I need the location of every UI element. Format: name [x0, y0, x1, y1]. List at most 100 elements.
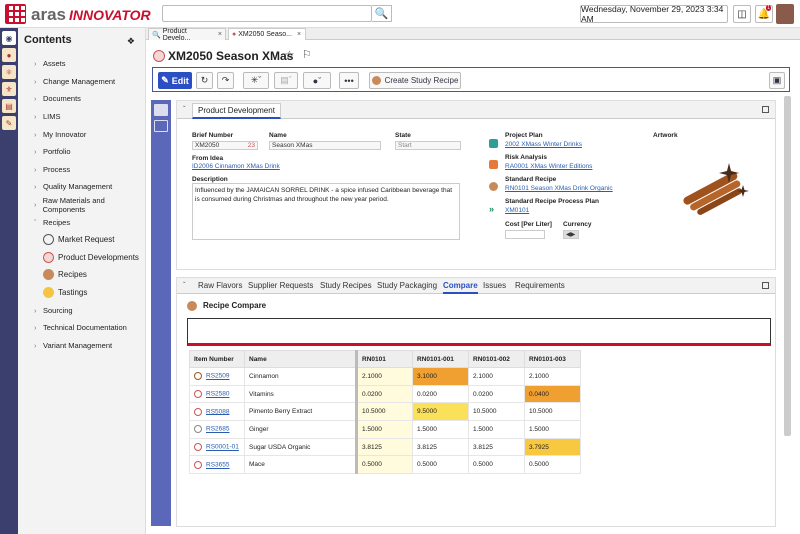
close-icon[interactable]: ×	[218, 31, 222, 38]
chevron-right-icon: ›	[34, 59, 37, 69]
sidebar-item-raw-materials[interactable]: › Raw Materials and Components	[18, 196, 145, 214]
form-header: ˇ Product Development	[177, 101, 775, 119]
sample-nav-icon[interactable]: ⚜	[2, 82, 16, 96]
tab-requirements[interactable]: Requirements	[515, 281, 565, 290]
item-number-link[interactable]: RS0001-01	[206, 444, 239, 451]
item-number-cell: RS2509	[189, 367, 245, 386]
refresh-button[interactable]: ↻	[196, 72, 213, 89]
sidebar-item-variant-management[interactable]: › Variant Management	[18, 337, 145, 355]
currency-select[interactable]: ◀▶	[563, 230, 579, 239]
tab-xm2050[interactable]: ● XM2050 Seaso... ×	[228, 28, 306, 40]
tab-raw-flavors[interactable]: Raw Flavors	[198, 281, 242, 290]
table-row[interactable]: RS2509 Cinnamon 2.1000 3.1000 2.1000 2.1000	[189, 367, 581, 386]
chevron-right-icon: ›	[34, 323, 37, 333]
tab-supplier-requests[interactable]: Supplier Requests	[248, 281, 313, 290]
sidebar-item-market-request[interactable]: Market Request	[18, 231, 145, 249]
table-row[interactable]: RS2580 Vitamins 0.0200 0.0200 0.0200 0.0400	[189, 384, 581, 404]
sidebar-item-change-management[interactable]: › Change Management	[18, 73, 145, 91]
maximize-icon[interactable]	[762, 282, 769, 289]
tab-product-developments[interactable]: 🔍 Product Develo... ×	[148, 28, 226, 42]
close-icon[interactable]: ×	[297, 31, 301, 38]
product-dev-nav-icon[interactable]: ⚛	[2, 65, 16, 79]
cost-field[interactable]	[505, 230, 545, 239]
sidebar-item-portfolio[interactable]: › Portfolio	[18, 143, 145, 161]
vertical-scrollbar[interactable]	[784, 96, 791, 436]
item-number-link[interactable]: RS2580	[206, 391, 230, 398]
item-number-link[interactable]: RS3655	[206, 462, 230, 469]
clipboard-dropdown[interactable]: ▤ˇ	[274, 72, 298, 89]
sidebar-item-sourcing[interactable]: › Sourcing	[18, 301, 145, 319]
sidebar-item-tastings[interactable]: Tastings	[18, 284, 145, 302]
search-input[interactable]	[162, 5, 372, 22]
sidebar-item-my-innovator[interactable]: › My Innovator	[18, 125, 145, 143]
structure-dropdown[interactable]: ✳ˇ	[243, 72, 269, 89]
sidebar-item-assets[interactable]: › Assets	[18, 55, 145, 73]
column-header[interactable]: Item Number	[189, 350, 245, 368]
column-header[interactable]: RN0101-001	[412, 350, 469, 368]
tab-study-recipes[interactable]: Study Recipes	[320, 281, 372, 290]
tab-product-development[interactable]: Product Development	[192, 103, 281, 119]
promote-button[interactable]: ↷	[217, 72, 234, 89]
sidebar-item-label: Variant Management	[43, 340, 113, 350]
maximize-icon[interactable]	[762, 106, 769, 113]
contents-nav-icon[interactable]: ◉	[2, 31, 16, 45]
notification-bell-icon[interactable]: 🔔 1	[755, 5, 773, 23]
sidebar-item-process[interactable]: › Process	[18, 161, 145, 179]
user-avatar[interactable]	[776, 4, 794, 24]
description-textarea[interactable]: Influenced by the JAMAICAN SORREL DRINK …	[192, 183, 460, 240]
column-header[interactable]: RN0101-003	[524, 350, 581, 368]
form-view-icon[interactable]	[154, 104, 168, 116]
brief-number-field[interactable]: XM2050 23	[192, 141, 258, 150]
name-field[interactable]: Season XMas	[269, 141, 381, 150]
table-row[interactable]: RS2685 Ginger 1.5000 1.5000 1.5000 1.5000	[189, 420, 581, 439]
tab-study-packaging[interactable]: Study Packaging	[377, 281, 437, 290]
item-number-link[interactable]: RS5088	[206, 408, 230, 415]
table-row[interactable]: RS0001-01 Sugar USDA Organic 3.8125 3.8125 3…	[189, 437, 581, 457]
collapse-icon[interactable]: ˇ	[183, 105, 186, 114]
sidebar-item-technical-documentation[interactable]: › Technical Documentation	[18, 319, 145, 337]
sidebar-item-label: Raw Materials and Components	[42, 195, 105, 214]
discussion-button[interactable]: ▣	[769, 72, 785, 89]
column-header[interactable]: Name	[244, 350, 357, 368]
favorite-star-icon[interactable]: ☆	[284, 48, 295, 62]
basket-nav-icon[interactable]: ▤	[2, 99, 16, 113]
column-header[interactable]: RN0101-002	[468, 350, 525, 368]
risk-analysis-link[interactable]: RA0001 XMas Winter Editions	[505, 163, 592, 170]
item-number-link[interactable]: RS2509	[206, 373, 230, 380]
create-study-recipe-button[interactable]: Create Study Recipe	[369, 72, 461, 89]
tool-nav-icon[interactable]: ✎	[2, 116, 16, 130]
value-cell: 0.5000	[468, 455, 525, 475]
from-idea-link[interactable]: ID2006 Cinnamon XMas Drink	[192, 163, 280, 170]
cost-label: Cost [Per Liter]	[505, 221, 552, 228]
app-menu-icon[interactable]	[5, 4, 26, 24]
table-row[interactable]: RS3655 Mace 0.5000 0.5000 0.5000 0.5000	[189, 455, 581, 475]
item-number-link[interactable]: RS2685	[206, 426, 230, 433]
standard-recipe-link[interactable]: RN0101 Season XMas Drink Organic	[505, 185, 613, 192]
share-dropdown[interactable]: ●ˇ	[303, 72, 331, 89]
relationships-icon[interactable]	[154, 120, 168, 132]
sidebar-item-product-developments[interactable]: Product Developments	[18, 249, 145, 267]
grid-header-row: Item Number Name RN0101 RN0101-001 RN010…	[189, 350, 581, 368]
table-row[interactable]: RS5088 Pimento Berry Extract 10.5000 9.5000…	[189, 402, 581, 422]
search-icon[interactable]: 🔍	[372, 5, 392, 22]
sidebar-item-recipes[interactable]: ˇ Recipes	[18, 213, 145, 231]
sidebar-item-quality-management[interactable]: › Quality Management	[18, 178, 145, 196]
layout-icon[interactable]: ◫	[733, 5, 751, 23]
sidebar-item-recipes-child[interactable]: Recipes	[18, 266, 145, 284]
collapse-icon[interactable]: ˇ	[183, 281, 186, 290]
process-plan-link[interactable]: XM0101	[505, 207, 529, 214]
column-header[interactable]: RN0101	[355, 350, 413, 368]
tab-compare[interactable]: Compare	[443, 281, 478, 294]
sidebar-item-documents[interactable]: › Documents	[18, 90, 145, 108]
project-plan-link[interactable]: 2002 XMass Winter Drinks	[505, 141, 582, 148]
pin-icon[interactable]: ❖	[127, 36, 135, 47]
recipe-nav-icon[interactable]: ●	[2, 48, 16, 62]
sidebar-item-label: Market Request	[58, 235, 115, 245]
flag-icon[interactable]: ⚐	[302, 48, 312, 61]
item-toolbar: ✎ Edit ↻ ↷ ✳ˇ ▤ˇ ●ˇ ••• Create Study Reci…	[152, 67, 790, 92]
sidebar-item-lims[interactable]: › LIMS	[18, 108, 145, 126]
edit-button[interactable]: ✎ Edit	[158, 72, 192, 89]
tab-issues[interactable]: Issues	[483, 281, 506, 290]
sidebar-item-label: Recipes	[58, 270, 87, 280]
more-button[interactable]: •••	[339, 72, 359, 89]
